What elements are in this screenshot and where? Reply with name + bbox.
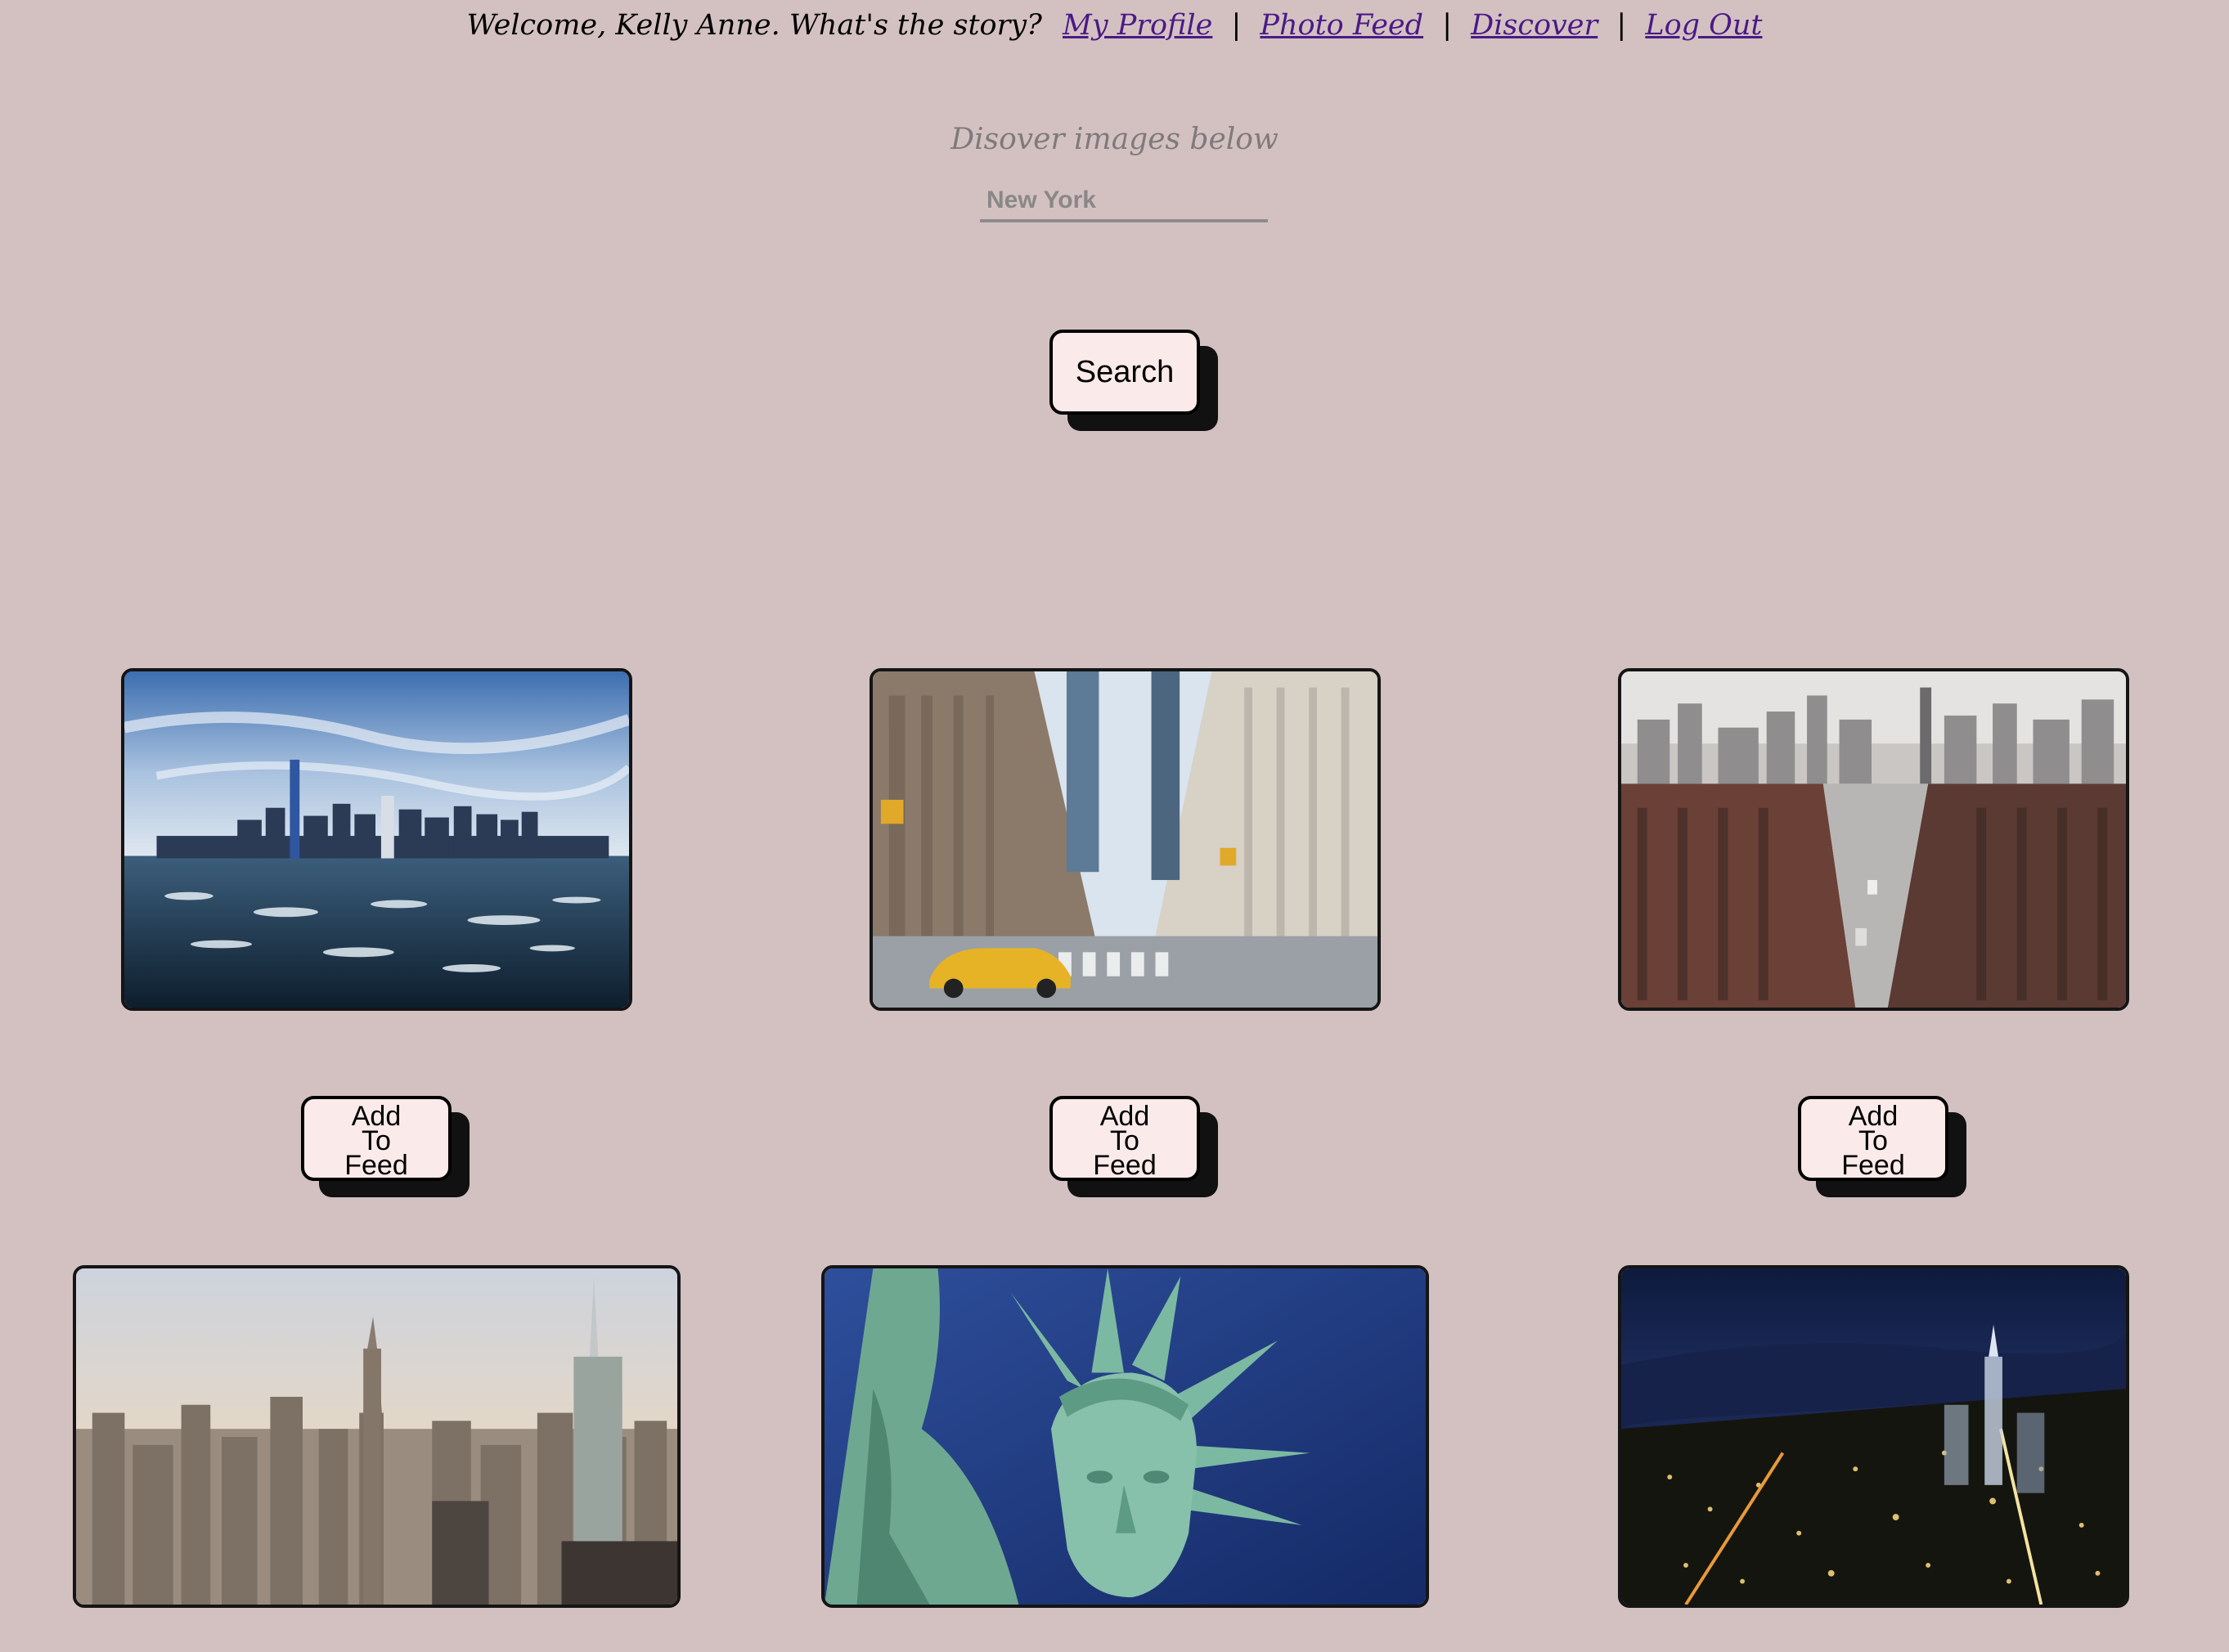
add-label-line: Feed xyxy=(1841,1150,1905,1181)
welcome-message: Welcome, Kelly Anne. What's the story? xyxy=(466,9,1042,42)
add-to-feed-button-2[interactable]: Add To Feed xyxy=(1049,1096,1200,1181)
add-label-line: Feed xyxy=(344,1150,408,1181)
avenue-taxi-photo xyxy=(873,671,1377,1008)
nav-separator: | xyxy=(1231,9,1242,42)
discover-prompt: Disover images below xyxy=(950,123,1279,156)
nav-link-log-out[interactable]: Log Out xyxy=(1645,9,1762,42)
search-input[interactable] xyxy=(980,182,1268,222)
result-image-3[interactable] xyxy=(1618,668,2129,1011)
night-aerial-photo xyxy=(1621,1268,2126,1605)
search-button[interactable]: Search xyxy=(1049,330,1200,415)
top-nav: Welcome, Kelly Anne. What's the story? M… xyxy=(0,5,2229,46)
nav-link-photo-feed[interactable]: Photo Feed xyxy=(1260,9,1423,42)
result-image-1[interactable] xyxy=(121,668,632,1011)
nav-link-my-profile[interactable]: My Profile xyxy=(1063,9,1212,42)
result-image-6[interactable] xyxy=(1618,1265,2129,1608)
add-to-feed-button-1[interactable]: Add To Feed xyxy=(301,1096,452,1181)
nav-link-discover[interactable]: Discover xyxy=(1471,9,1598,42)
statue-of-liberty-photo xyxy=(825,1268,1426,1605)
add-to-feed-button-3[interactable]: Add To Feed xyxy=(1798,1096,1948,1181)
result-image-2[interactable] xyxy=(870,668,1381,1011)
nav-separator: | xyxy=(1616,9,1627,42)
aerial-street-photo xyxy=(1621,671,2126,1008)
nav-separator: | xyxy=(1442,9,1452,42)
skyline-harbor-photo xyxy=(124,671,629,1008)
result-image-5[interactable] xyxy=(821,1265,1429,1608)
result-image-4[interactable] xyxy=(73,1265,681,1608)
add-label-line: Feed xyxy=(1093,1150,1157,1181)
hazy-skyline-photo xyxy=(76,1268,677,1605)
